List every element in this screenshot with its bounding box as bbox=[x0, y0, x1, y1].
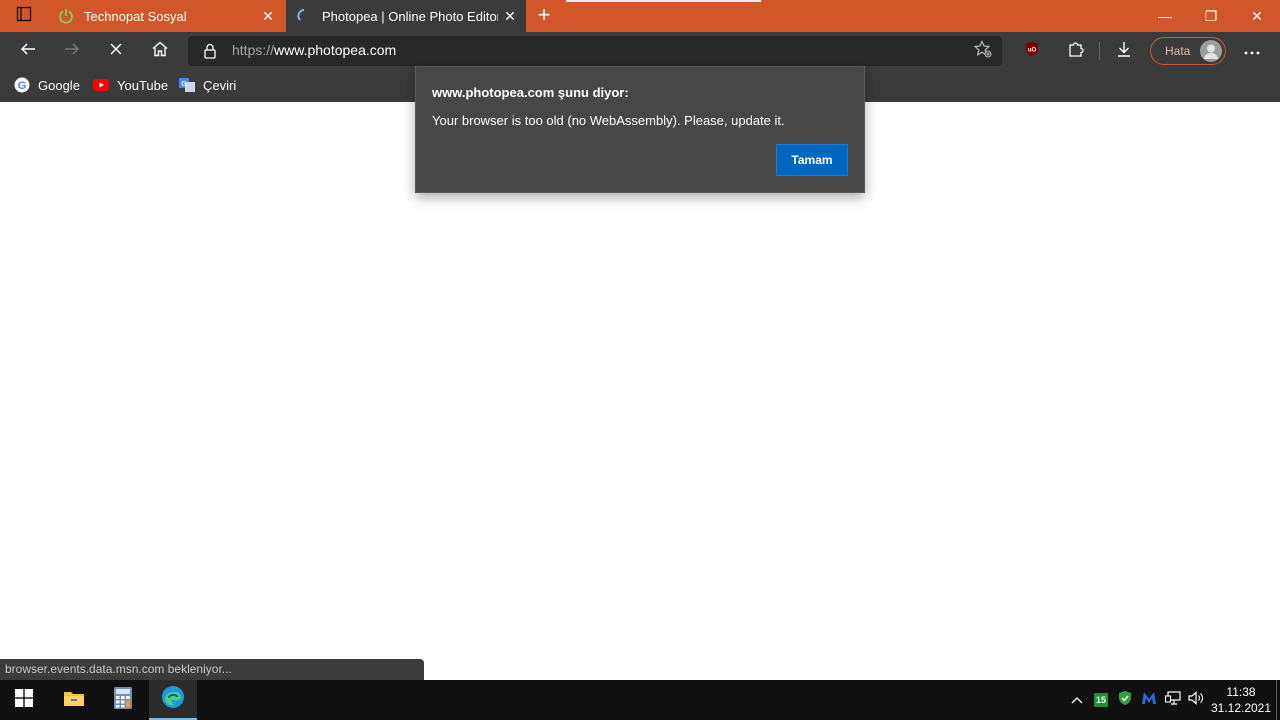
loading-spinner-icon bbox=[296, 8, 312, 24]
favorite-ceviri[interactable]: G Çeviri bbox=[179, 74, 236, 96]
forward-arrow-icon bbox=[63, 40, 81, 63]
url-host: www.photopea.com bbox=[274, 42, 397, 58]
youtube-icon bbox=[93, 77, 109, 93]
more-dots-icon bbox=[1244, 42, 1260, 60]
malwarebytes-tray[interactable] bbox=[1139, 688, 1159, 712]
close-tab-icon[interactable]: ✕ bbox=[256, 4, 280, 28]
google-icon: G bbox=[14, 77, 30, 93]
tab-title: Technopat Sosyal bbox=[84, 8, 187, 24]
back-button[interactable] bbox=[14, 38, 42, 64]
tab-drag-indicator bbox=[566, 0, 761, 2]
ublock-extension-button[interactable]: uO bbox=[1018, 38, 1046, 64]
tab-actions-menu-button[interactable] bbox=[8, 6, 40, 26]
url-text[interactable]: https://www.photopea.com bbox=[232, 42, 396, 58]
favorite-google[interactable]: G Google bbox=[14, 74, 80, 96]
shield-check-icon bbox=[1118, 690, 1132, 711]
profile-button[interactable]: Hata bbox=[1150, 37, 1226, 65]
dialog-message: Your browser is too old (no WebAssembly)… bbox=[432, 113, 785, 128]
ublock-icon: uO bbox=[1024, 41, 1040, 62]
favorite-label: YouTube bbox=[117, 77, 169, 93]
network-icon bbox=[1164, 690, 1181, 710]
tab-title: Photopea | Online Photo Editor bbox=[322, 8, 498, 24]
volume-tray[interactable] bbox=[1186, 688, 1206, 712]
back-arrow-icon bbox=[19, 40, 37, 63]
url-protocol: https:// bbox=[232, 42, 275, 58]
settings-more-button[interactable] bbox=[1238, 38, 1266, 64]
taskbar-calculator[interactable] bbox=[99, 680, 147, 720]
favorite-label: Google bbox=[38, 77, 80, 93]
tray-badge-app[interactable]: 15 bbox=[1092, 688, 1110, 712]
home-button[interactable] bbox=[146, 38, 174, 64]
forward-button[interactable] bbox=[58, 38, 86, 64]
clock-time: 11:38 bbox=[1226, 685, 1256, 699]
malwarebytes-icon bbox=[1141, 691, 1157, 710]
close-tab-icon[interactable]: ✕ bbox=[498, 4, 522, 28]
taskbar-clock[interactable]: 11:38 31.12.2021 bbox=[1206, 684, 1276, 716]
stop-loading-button[interactable] bbox=[102, 38, 130, 64]
extensions-button[interactable] bbox=[1062, 38, 1090, 64]
network-tray[interactable] bbox=[1163, 688, 1183, 712]
minimize-button[interactable]: — bbox=[1142, 0, 1188, 32]
add-favorite-button[interactable] bbox=[972, 39, 994, 63]
tray-badge-icon: 15 bbox=[1094, 693, 1108, 707]
toolbar-divider bbox=[1099, 42, 1100, 60]
calculator-icon bbox=[114, 686, 132, 714]
download-icon bbox=[1115, 40, 1133, 63]
start-button[interactable] bbox=[0, 680, 48, 720]
chevron-up-icon bbox=[1071, 691, 1083, 709]
dialog-title: www.photopea.com şunu diyor: bbox=[432, 85, 629, 100]
home-icon bbox=[151, 40, 169, 63]
avatar-icon bbox=[1200, 40, 1222, 62]
ok-button[interactable]: Tamam bbox=[776, 144, 848, 176]
speaker-icon bbox=[1188, 690, 1204, 710]
taskbar-edge[interactable] bbox=[149, 680, 197, 720]
windows-start-icon bbox=[15, 688, 33, 712]
lock-icon[interactable] bbox=[201, 42, 219, 60]
close-window-button[interactable]: ✕ bbox=[1234, 0, 1280, 32]
tab-technopat-sosyal[interactable]: Technopat Sosyal ✕ bbox=[48, 0, 284, 32]
tab-photopea[interactable]: Photopea | Online Photo Editor ✕ bbox=[286, 0, 526, 32]
edge-icon bbox=[161, 685, 185, 714]
status-bar-text: browser.events.data.msn.com bekleniyor..… bbox=[0, 659, 424, 680]
show-hidden-icons-button[interactable] bbox=[1066, 688, 1088, 712]
tab-actions-icon bbox=[16, 6, 32, 27]
downloads-button[interactable] bbox=[1110, 38, 1138, 64]
security-shield-tray[interactable] bbox=[1116, 688, 1134, 712]
favorite-youtube[interactable]: YouTube bbox=[93, 74, 168, 96]
star-add-icon bbox=[973, 39, 992, 63]
power-icon bbox=[58, 8, 74, 24]
svg-text:G: G bbox=[18, 80, 27, 92]
translate-icon: G bbox=[179, 77, 195, 93]
clock-date: 31.12.2021 bbox=[1210, 701, 1272, 715]
profile-status-label: Hata bbox=[1165, 44, 1191, 58]
taskbar-file-explorer[interactable] bbox=[50, 680, 98, 720]
favorite-label: Çeviri bbox=[203, 77, 237, 93]
file-explorer-icon bbox=[63, 689, 85, 712]
svg-text:G: G bbox=[181, 81, 187, 88]
restore-button[interactable]: ❐ bbox=[1188, 0, 1234, 32]
new-tab-button[interactable]: + bbox=[532, 4, 556, 28]
close-icon bbox=[109, 42, 123, 61]
show-desktop-button[interactable] bbox=[1276, 680, 1277, 720]
puzzle-icon bbox=[1067, 40, 1085, 63]
svg-text:uO: uO bbox=[1028, 47, 1037, 53]
